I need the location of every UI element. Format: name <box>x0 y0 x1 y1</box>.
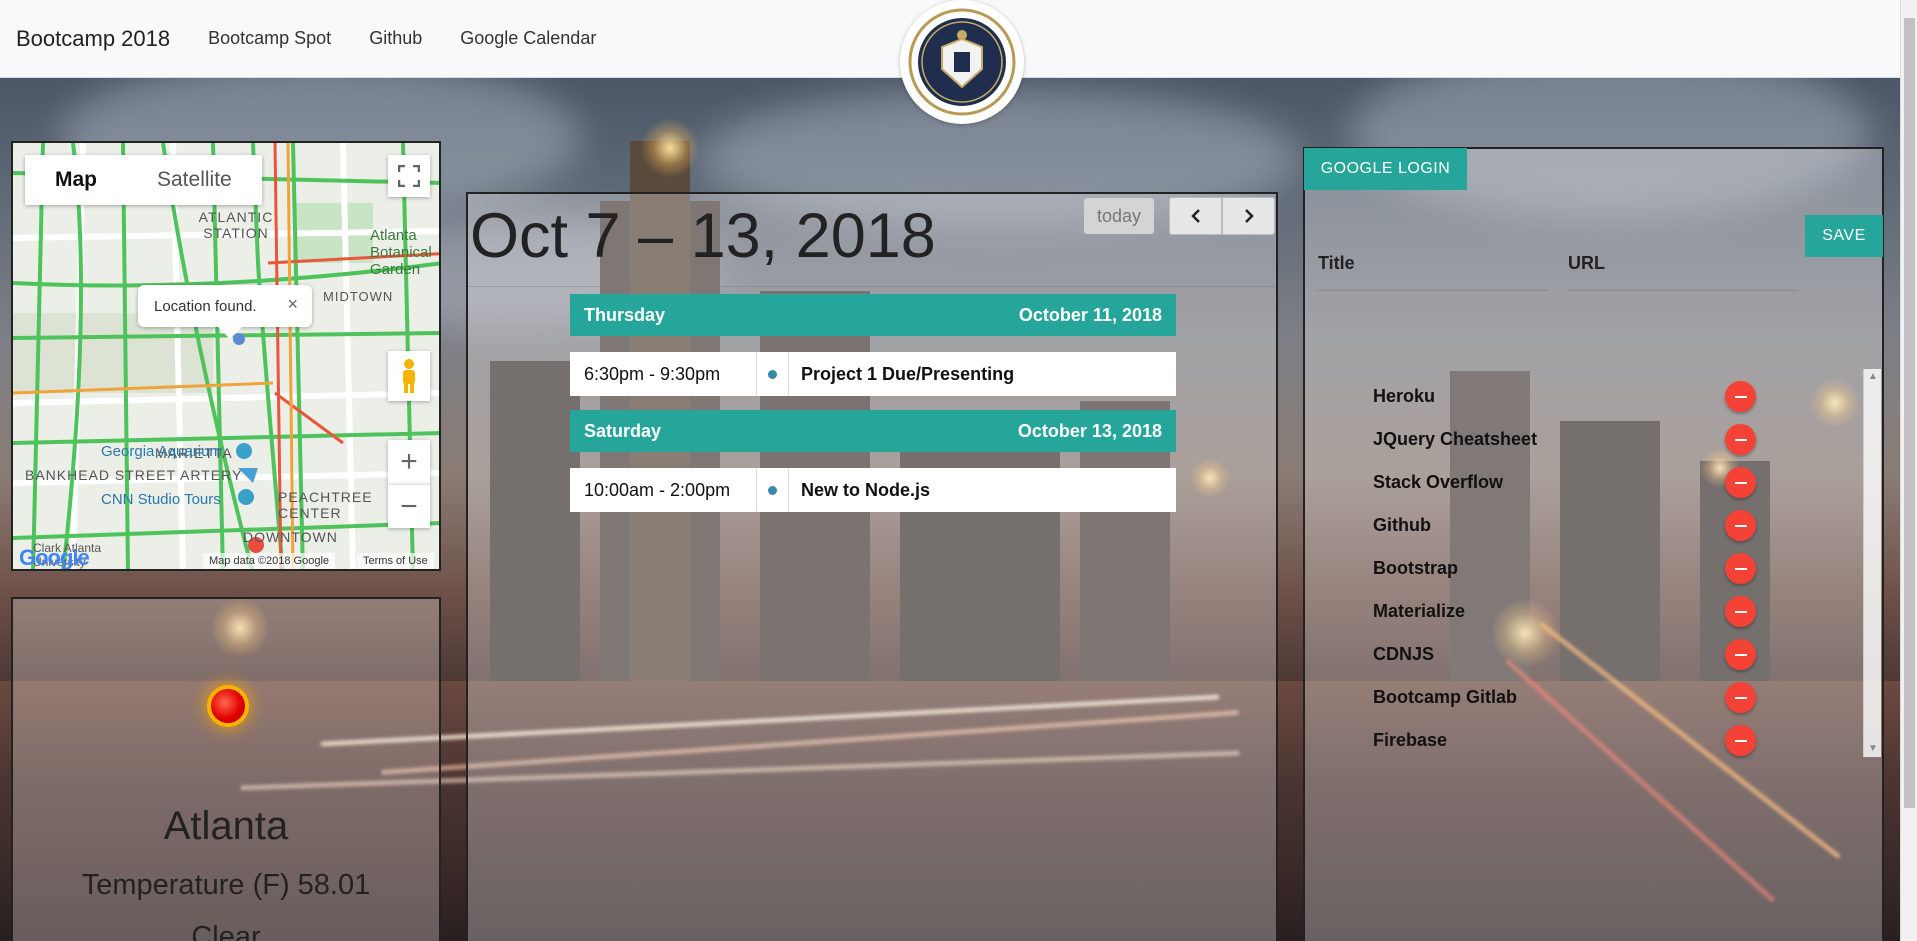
page-scrollbar-thumb[interactable] <box>1904 18 1915 808</box>
bookmark-link[interactable]: JQuery Cheatsheet <box>1373 424 1537 454</box>
calendar-event[interactable]: 6:30pm - 9:30pm Project 1 Due/Presenting <box>570 352 1176 396</box>
map-type-satellite-button[interactable]: Satellite <box>127 155 262 205</box>
day-weekday: Thursday <box>584 304 666 325</box>
pegman-icon <box>403 359 415 393</box>
title-input-label: Title <box>1318 253 1355 273</box>
calendar-event[interactable]: 10:00am - 2:00pm New to Node.js <box>570 468 1176 512</box>
title-input[interactable] <box>1318 290 1548 291</box>
url-input-label: URL <box>1568 253 1605 273</box>
remove-circle-icon[interactable] <box>1725 510 1756 541</box>
bookmark-list: Heroku JQuery Cheatsheet Stack Overflow … <box>1305 369 1861 757</box>
nav-link-github[interactable]: Github <box>369 28 422 49</box>
map-label-bankhead: BANKHEAD STREET ARTERY <box>25 467 243 483</box>
zoom-in-button[interactable]: + <box>388 440 430 484</box>
bookmark-link[interactable]: Heroku <box>1373 381 1435 411</box>
map-label-botanical-garden: Atlanta Botanical Garden <box>370 227 432 278</box>
remove-circle-icon[interactable] <box>1725 596 1756 627</box>
day-weekday: Saturday <box>584 420 662 441</box>
event-time: 10:00am - 2:00pm <box>570 468 757 512</box>
chevron-right-icon <box>1244 209 1254 223</box>
scroll-down-arrow-icon[interactable]: ▼ <box>1864 741 1882 757</box>
fullscreen-icon <box>398 165 420 187</box>
brand-link[interactable]: Bootcamp 2018 <box>16 26 170 52</box>
location-found-tooltip: Location found. × <box>138 285 312 339</box>
georgia-tech-seal-icon <box>900 0 1024 124</box>
event-time: 6:30pm - 9:30pm <box>570 352 757 396</box>
google-login-button[interactable]: GOOGLE LOGIN <box>1304 148 1467 190</box>
page-scrollbar[interactable] <box>1900 0 1917 941</box>
remove-circle-icon[interactable] <box>1725 424 1756 455</box>
bookmark-link[interactable]: Firebase <box>1373 725 1447 755</box>
day-header-saturday: Saturday October 13, 2018 <box>570 410 1176 452</box>
scroll-up-arrow-icon[interactable]: ▲ <box>1864 369 1882 385</box>
chevron-left-icon <box>1190 209 1200 223</box>
weather-city: Atlanta <box>163 804 289 848</box>
event-title: New to Node.js <box>788 468 930 512</box>
remove-circle-icon[interactable] <box>1725 682 1756 713</box>
map-label-atlantic-station: ATLANTIC STATION <box>198 209 274 241</box>
map-type-map-button[interactable]: Map <box>25 155 127 205</box>
calendar-panel: Oct 7 – 13, 2018 today Thursday October … <box>466 192 1278 941</box>
calendar-title: Oct 7 – 13, 2018 <box>470 201 936 271</box>
remove-circle-icon[interactable] <box>1725 381 1756 412</box>
fullscreen-button[interactable] <box>388 155 430 197</box>
next-week-button[interactable] <box>1222 197 1275 235</box>
bookmark-link[interactable]: Github <box>1373 510 1431 540</box>
prev-week-button[interactable] <box>1169 197 1222 235</box>
minus-icon: − <box>400 489 418 523</box>
remove-circle-icon[interactable] <box>1725 467 1756 498</box>
event-dot-icon <box>768 485 777 495</box>
calendar-divider <box>468 286 1276 287</box>
bookmark-link[interactable]: Materialize <box>1373 596 1465 626</box>
bookmark-link[interactable]: Stack Overflow <box>1373 467 1503 497</box>
weather-temperature: Temperature (F) 58.01 <box>81 869 371 901</box>
street-view-pegman-button[interactable] <box>388 351 430 401</box>
remove-circle-icon[interactable] <box>1725 553 1756 584</box>
day-date: October 11, 2018 <box>1018 304 1162 325</box>
map-label-cnn-studio-tours: CNN Studio Tours <box>101 491 221 508</box>
remove-circle-icon[interactable] <box>1725 725 1756 756</box>
event-dot-icon <box>768 369 777 379</box>
nav-link-bootcamp-spot[interactable]: Bootcamp Spot <box>208 28 331 49</box>
bookmark-link[interactable]: CDNJS <box>1373 639 1434 669</box>
tooltip-text: Location found. <box>154 297 257 315</box>
nav-link-google-calendar[interactable]: Google Calendar <box>460 28 596 49</box>
map-label-downtown: DOWNTOWN <box>243 529 338 545</box>
map-data-attribution: Map data ©2018 Google <box>203 553 336 569</box>
bookmark-link[interactable]: Bootcamp Gitlab <box>1373 682 1517 712</box>
save-button[interactable]: SAVE <box>1805 215 1883 257</box>
bookmark-list-scrollbar[interactable]: ▲ ▼ <box>1863 369 1881 757</box>
map-label-peachtree-center: PEACHTREE CENTER <box>278 489 373 521</box>
weather-panel: Atlanta Temperature (F) 58.01 Clear <box>11 597 441 941</box>
close-icon[interactable]: × <box>287 294 298 315</box>
clear-sun-icon <box>211 689 245 723</box>
remove-circle-icon[interactable] <box>1725 639 1756 670</box>
day-date: October 13, 2018 <box>1017 420 1162 441</box>
bookmark-link[interactable]: Bootstrap <box>1373 553 1458 583</box>
bookmarks-panel: GOOGLE LOGIN SAVE Title URL Heroku JQuer… <box>1303 147 1884 941</box>
today-button[interactable]: today <box>1084 198 1154 234</box>
map-type-toggle: Map Satellite <box>25 155 262 205</box>
weather-condition: Clear <box>191 921 261 941</box>
map-label-midtown: MIDTOWN <box>323 289 394 304</box>
terms-of-use-link[interactable]: Terms of Use <box>357 553 434 569</box>
zoom-out-button[interactable]: − <box>388 484 430 528</box>
google-logo: Google <box>19 545 90 570</box>
plus-icon: + <box>400 445 418 478</box>
url-input[interactable] <box>1568 290 1798 291</box>
event-title: Project 1 Due/Presenting <box>788 352 1014 396</box>
day-header-thursday: Thursday October 11, 2018 <box>570 294 1176 336</box>
map-label-georgia-aquarium: Georgia Aquarium <box>101 443 222 460</box>
map-panel[interactable]: ATLANTIC STATION Atlanta Botanical Garde… <box>11 141 441 571</box>
